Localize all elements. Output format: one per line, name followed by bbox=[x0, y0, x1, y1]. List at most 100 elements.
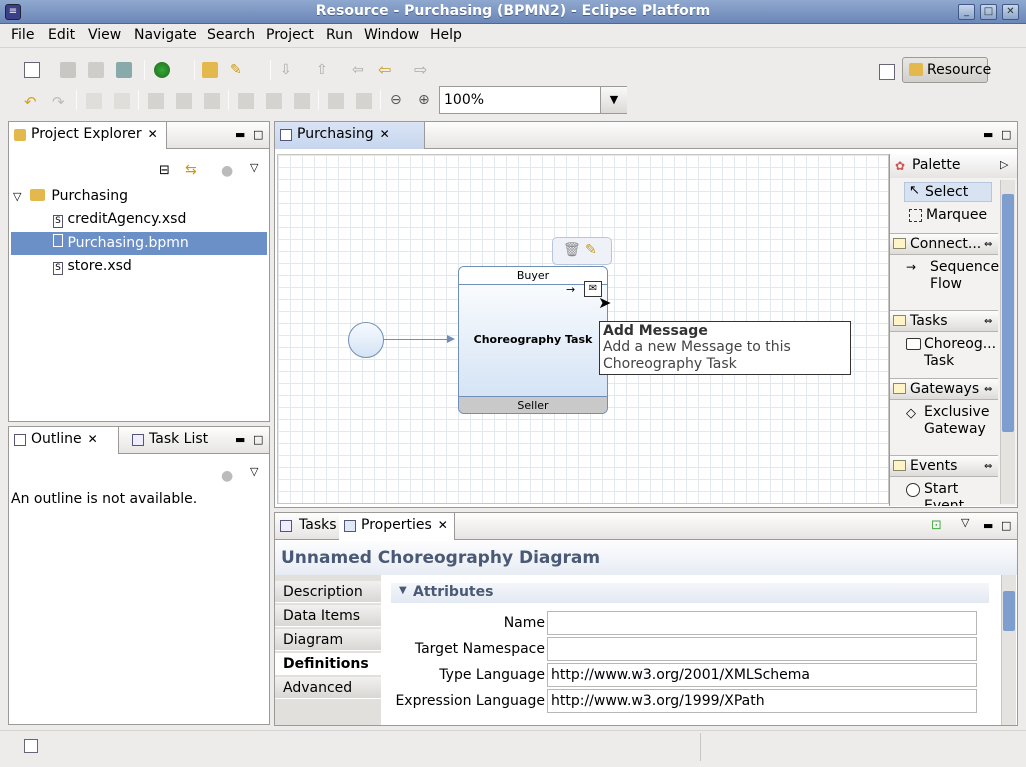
match-width-icon[interactable] bbox=[328, 93, 344, 109]
tab-task-list[interactable]: Task List bbox=[127, 427, 223, 454]
palette-drawer-connections[interactable]: Connect... ⇔ bbox=[890, 233, 998, 255]
tab-properties[interactable]: Properties ✕ bbox=[339, 513, 455, 540]
maximize-icon[interactable]: □ bbox=[253, 433, 263, 446]
collapse-palette-icon[interactable]: ▷ bbox=[1000, 158, 1008, 171]
side-tab-advanced[interactable]: Advanced bbox=[275, 677, 381, 699]
tree-item-purchasing[interactable]: ▽ Purchasing bbox=[13, 185, 267, 208]
collapse-all-icon[interactable]: ⊟ bbox=[159, 163, 170, 178]
pin-icon[interactable]: ⇔ bbox=[984, 234, 992, 255]
menu-search[interactable]: Search bbox=[207, 27, 255, 43]
zoom-combo[interactable]: 100% ▼ bbox=[439, 86, 627, 114]
chevron-down-icon[interactable]: ▼ bbox=[600, 87, 627, 113]
palette-drawer-tasks[interactable]: Tasks ⇔ bbox=[890, 310, 998, 332]
diagram-canvas[interactable]: Buyer Choreography Task Seller 🗑 ✎ → ✉ ➤… bbox=[277, 154, 889, 504]
open-perspective-icon[interactable] bbox=[879, 64, 895, 80]
maximize-icon[interactable]: □ bbox=[1001, 128, 1011, 141]
maximize-icon[interactable]: □ bbox=[1001, 519, 1011, 532]
close-icon[interactable]: ✕ bbox=[438, 518, 448, 532]
resource-perspective-button[interactable]: Resource bbox=[902, 57, 991, 83]
sequence-flow[interactable] bbox=[384, 339, 452, 340]
side-tab-description[interactable]: Description bbox=[275, 581, 381, 603]
properties-scrollbar[interactable] bbox=[1001, 575, 1016, 725]
match-height-icon[interactable] bbox=[356, 93, 372, 109]
tab-tasks[interactable]: Tasks bbox=[275, 513, 337, 540]
target-namespace-field[interactable] bbox=[547, 637, 977, 661]
previous-annotation-icon[interactable]: ⇧ bbox=[316, 62, 332, 78]
new-icon[interactable] bbox=[24, 62, 40, 78]
delete-icon[interactable]: 🗑 bbox=[563, 242, 581, 258]
palette-scrollbar[interactable] bbox=[1000, 180, 1015, 504]
minimize-icon[interactable]: ▬ bbox=[983, 519, 993, 532]
print-icon[interactable] bbox=[116, 62, 132, 78]
menu-project[interactable]: Project bbox=[266, 27, 314, 43]
view-menu-icon[interactable]: ▽ bbox=[250, 465, 258, 478]
align-center-icon[interactable] bbox=[176, 93, 192, 109]
minimize-icon[interactable]: ▬ bbox=[235, 128, 245, 141]
redo-icon[interactable]: ↷ bbox=[52, 93, 68, 111]
run-icon[interactable] bbox=[154, 62, 170, 78]
save-all-icon[interactable] bbox=[88, 62, 104, 78]
menu-file[interactable]: File bbox=[11, 27, 34, 43]
filters-icon[interactable]: ● bbox=[221, 468, 233, 484]
pin-icon[interactable]: ⇔ bbox=[984, 311, 992, 332]
link-editor-icon[interactable]: ⇆ bbox=[185, 162, 197, 178]
maximize-window-button[interactable]: □ bbox=[980, 4, 997, 20]
start-event[interactable] bbox=[348, 322, 384, 358]
palette-drawer-gateways[interactable]: Gateways ⇔ bbox=[890, 378, 998, 400]
tree-item-file-selected[interactable]: Purchasing.bpmn bbox=[11, 232, 267, 255]
palette-tool-select[interactable]: ↖ Select bbox=[904, 182, 992, 202]
minimize-icon[interactable]: ▬ bbox=[983, 128, 993, 141]
tree-item-file[interactable]: S creditAgency.xsd bbox=[53, 208, 186, 231]
menu-window[interactable]: Window bbox=[364, 27, 419, 43]
undo-icon[interactable]: ↶ bbox=[24, 93, 40, 111]
palette-item-sequence-flow[interactable]: → Sequence Flow bbox=[906, 259, 999, 293]
minimize-window-button[interactable]: _ bbox=[958, 4, 975, 20]
zoom-in-icon[interactable]: ⊕ bbox=[418, 92, 434, 108]
menu-run[interactable]: Run bbox=[326, 27, 353, 43]
align-right-icon[interactable] bbox=[204, 93, 220, 109]
pin-icon[interactable]: ⇔ bbox=[984, 379, 992, 400]
next-annotation-icon[interactable]: ⇩ bbox=[280, 62, 296, 78]
align-middle-icon[interactable] bbox=[266, 93, 282, 109]
save-icon[interactable] bbox=[60, 62, 76, 78]
filters-icon[interactable]: ● bbox=[221, 163, 233, 179]
view-menu-icon[interactable]: ▽ bbox=[250, 161, 258, 174]
participant-band-bottom[interactable]: Seller bbox=[459, 396, 607, 413]
align-top-icon[interactable] bbox=[238, 93, 254, 109]
tab-purchasing-editor[interactable]: Purchasing ✕ bbox=[275, 122, 425, 149]
palette-item-choreography-task[interactable]: Choreog... Task bbox=[906, 336, 1008, 370]
align-left-icon[interactable] bbox=[148, 93, 164, 109]
palette-item-start-event[interactable]: Start Event bbox=[906, 481, 1008, 506]
copy-icon[interactable] bbox=[86, 93, 102, 109]
close-icon[interactable]: ✕ bbox=[148, 127, 158, 141]
tab-outline[interactable]: Outline ✕ bbox=[9, 427, 119, 454]
close-icon[interactable]: ✕ bbox=[380, 127, 390, 141]
close-window-button[interactable]: ✕ bbox=[1002, 4, 1019, 20]
last-edit-icon[interactable]: ⇦ bbox=[352, 62, 368, 78]
side-tab-definitions[interactable]: Definitions bbox=[275, 653, 383, 675]
tab-project-explorer[interactable]: Project Explorer ✕ bbox=[9, 122, 167, 149]
align-bottom-icon[interactable] bbox=[294, 93, 310, 109]
type-language-field[interactable]: http://www.w3.org/2001/XMLSchema bbox=[547, 663, 977, 687]
side-tab-diagram[interactable]: Diagram bbox=[275, 629, 381, 651]
edit-icon[interactable]: ✎ bbox=[585, 242, 597, 258]
menu-edit[interactable]: Edit bbox=[48, 27, 75, 43]
name-field[interactable] bbox=[547, 611, 977, 635]
view-menu-icon[interactable]: ▽ bbox=[961, 516, 969, 529]
pin-icon[interactable]: ⇔ bbox=[984, 456, 992, 477]
back-icon[interactable]: ⇦ bbox=[378, 60, 394, 79]
pin-view-icon[interactable]: ⊡ bbox=[931, 518, 942, 533]
palette-item-exclusive-gateway[interactable]: ◇ Exclusive Gateway bbox=[906, 404, 1008, 438]
zoom-out-icon[interactable]: ⊖ bbox=[390, 92, 406, 108]
menu-view[interactable]: View bbox=[88, 27, 121, 43]
open-folder-icon[interactable] bbox=[202, 62, 218, 78]
forward-icon[interactable]: ⇨ bbox=[414, 60, 430, 79]
minimize-icon[interactable]: ▬ bbox=[235, 433, 245, 446]
expression-language-field[interactable]: http://www.w3.org/1999/XPath bbox=[547, 689, 977, 713]
side-tab-data-items[interactable]: Data Items bbox=[275, 605, 381, 627]
palette-drawer-events[interactable]: Events ⇔ bbox=[890, 455, 998, 477]
maximize-icon[interactable]: □ bbox=[253, 128, 263, 141]
fast-view-icon[interactable] bbox=[24, 739, 38, 753]
menu-help[interactable]: Help bbox=[430, 27, 462, 43]
menu-navigate[interactable]: Navigate bbox=[134, 27, 197, 43]
